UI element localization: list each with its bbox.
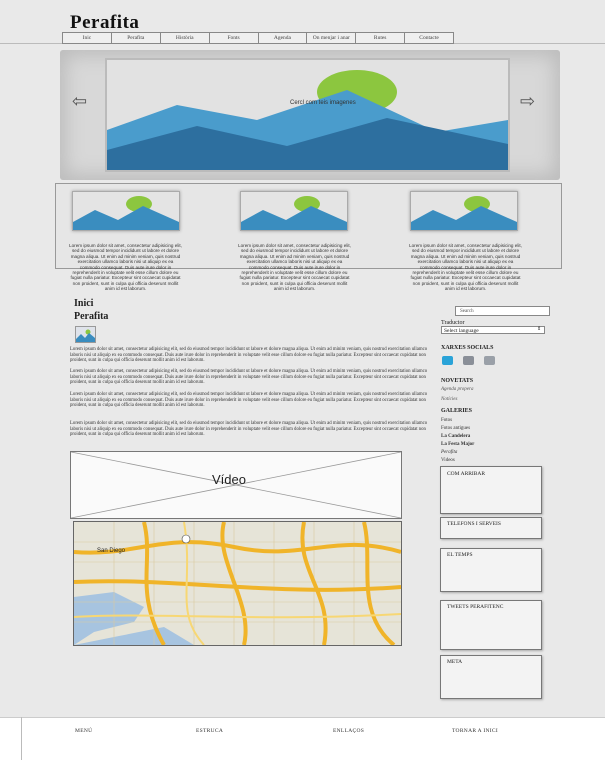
image-placeholder-icon xyxy=(73,192,179,230)
footer-link-tornar[interactable]: TORNAR A INICI xyxy=(452,728,498,734)
nav-item-on-menjar[interactable]: On menjar i anar xyxy=(307,33,357,43)
main-nav: Inic Perafita Història Fonts Agenda On m… xyxy=(62,32,454,44)
galleries-title: GALERIES xyxy=(441,408,473,414)
body-paragraph: Lorem ipsum dolor sit amet, consectetur … xyxy=(70,392,428,409)
banner-caption: Cercl com teis imagenes xyxy=(290,100,356,106)
featured-text-3: Lorem ipsum dolor sit amet, consectetur … xyxy=(409,243,522,292)
section-title: Inici xyxy=(74,298,94,309)
content-image xyxy=(75,326,96,343)
search-input[interactable]: Search xyxy=(455,306,550,316)
footer xyxy=(0,717,605,760)
nav-item-agenda[interactable]: Agenda xyxy=(259,33,308,43)
nav-item-contacte[interactable]: Contacte xyxy=(405,33,453,43)
footer-link-menu[interactable]: MENÚ xyxy=(75,728,92,734)
arrow-left-icon[interactable]: ⇦ xyxy=(72,92,87,110)
twitter-icon[interactable] xyxy=(442,356,453,365)
nav-item-historia[interactable]: Història xyxy=(161,33,210,43)
widget-title: META xyxy=(447,659,463,665)
image-placeholder-icon xyxy=(76,327,95,342)
gallery-link[interactable]: Fotos antigues xyxy=(441,426,470,431)
featured-text-2: Lorem ipsum dolor sit amet, consectetur … xyxy=(238,243,351,292)
featured-thumb-1[interactable] xyxy=(72,191,180,231)
widget-title: TWEETS PERAFITENC xyxy=(447,604,504,610)
footer-link-enllacos[interactable]: ENLLAÇOS xyxy=(333,728,364,734)
image-placeholder-icon xyxy=(241,192,347,230)
gallery-link[interactable]: La Candelera xyxy=(441,434,470,439)
nav-item-perafita[interactable]: Perafita xyxy=(112,33,161,43)
featured-thumb-3[interactable] xyxy=(410,191,518,231)
landscape-image-icon xyxy=(107,60,508,170)
map-image xyxy=(74,522,401,645)
noticies-link[interactable]: Notícies xyxy=(441,397,457,402)
nav-item-inici[interactable]: Inic xyxy=(63,33,112,43)
chevron-updown-icon: ⇕ xyxy=(537,327,542,332)
featured-text-1: Lorem ipsum dolor sit amet, consectetur … xyxy=(69,243,182,292)
image-placeholder-icon xyxy=(411,192,517,230)
video-label: Vídeo xyxy=(212,472,246,487)
footer-divider xyxy=(0,717,605,718)
widget-title: EL TEMPS xyxy=(447,552,473,558)
gallery-link[interactable]: Perafita xyxy=(441,450,457,455)
news-link[interactable]: Agenda propera xyxy=(441,387,473,392)
body-paragraph: Lorem ipsum dolor sit amet, consectetur … xyxy=(70,347,428,364)
widget-title: TELEFONS I SERVEIS xyxy=(447,521,501,527)
gallery-link[interactable]: Videos xyxy=(441,458,455,463)
page-title: Perafita xyxy=(70,12,140,33)
footer-link-estructura[interactable]: ESTRUCA xyxy=(196,728,223,734)
body-paragraph: Lorem ipsum dolor sit amet, consectetur … xyxy=(70,421,428,438)
footer-edge xyxy=(21,717,22,760)
gallery-link[interactable]: La Festa Major xyxy=(441,442,474,447)
section-subtitle: Perafita xyxy=(74,311,109,322)
news-title: NOVETATS xyxy=(441,378,474,384)
featured-thumb-2[interactable] xyxy=(240,191,348,231)
widget-title: COM ARRIBAR xyxy=(447,471,486,477)
social-title: XARXES SOCIALS xyxy=(441,345,494,351)
language-select[interactable]: Select language xyxy=(441,326,545,334)
gallery-link[interactable]: Fotos xyxy=(441,418,452,423)
nav-item-rutes[interactable]: Rutes xyxy=(356,33,406,43)
map-embed[interactable] xyxy=(73,521,402,646)
nav-item-fonts[interactable]: Fonts xyxy=(210,33,259,43)
facebook-icon[interactable] xyxy=(463,356,474,365)
arrow-right-icon[interactable]: ⇨ xyxy=(520,92,535,110)
banner-image xyxy=(105,58,510,172)
map-city-label: San Diego xyxy=(97,548,126,554)
body-paragraph: Lorem ipsum dolor sit amet, consectetur … xyxy=(70,369,428,386)
flickr-icon[interactable] xyxy=(484,356,495,365)
